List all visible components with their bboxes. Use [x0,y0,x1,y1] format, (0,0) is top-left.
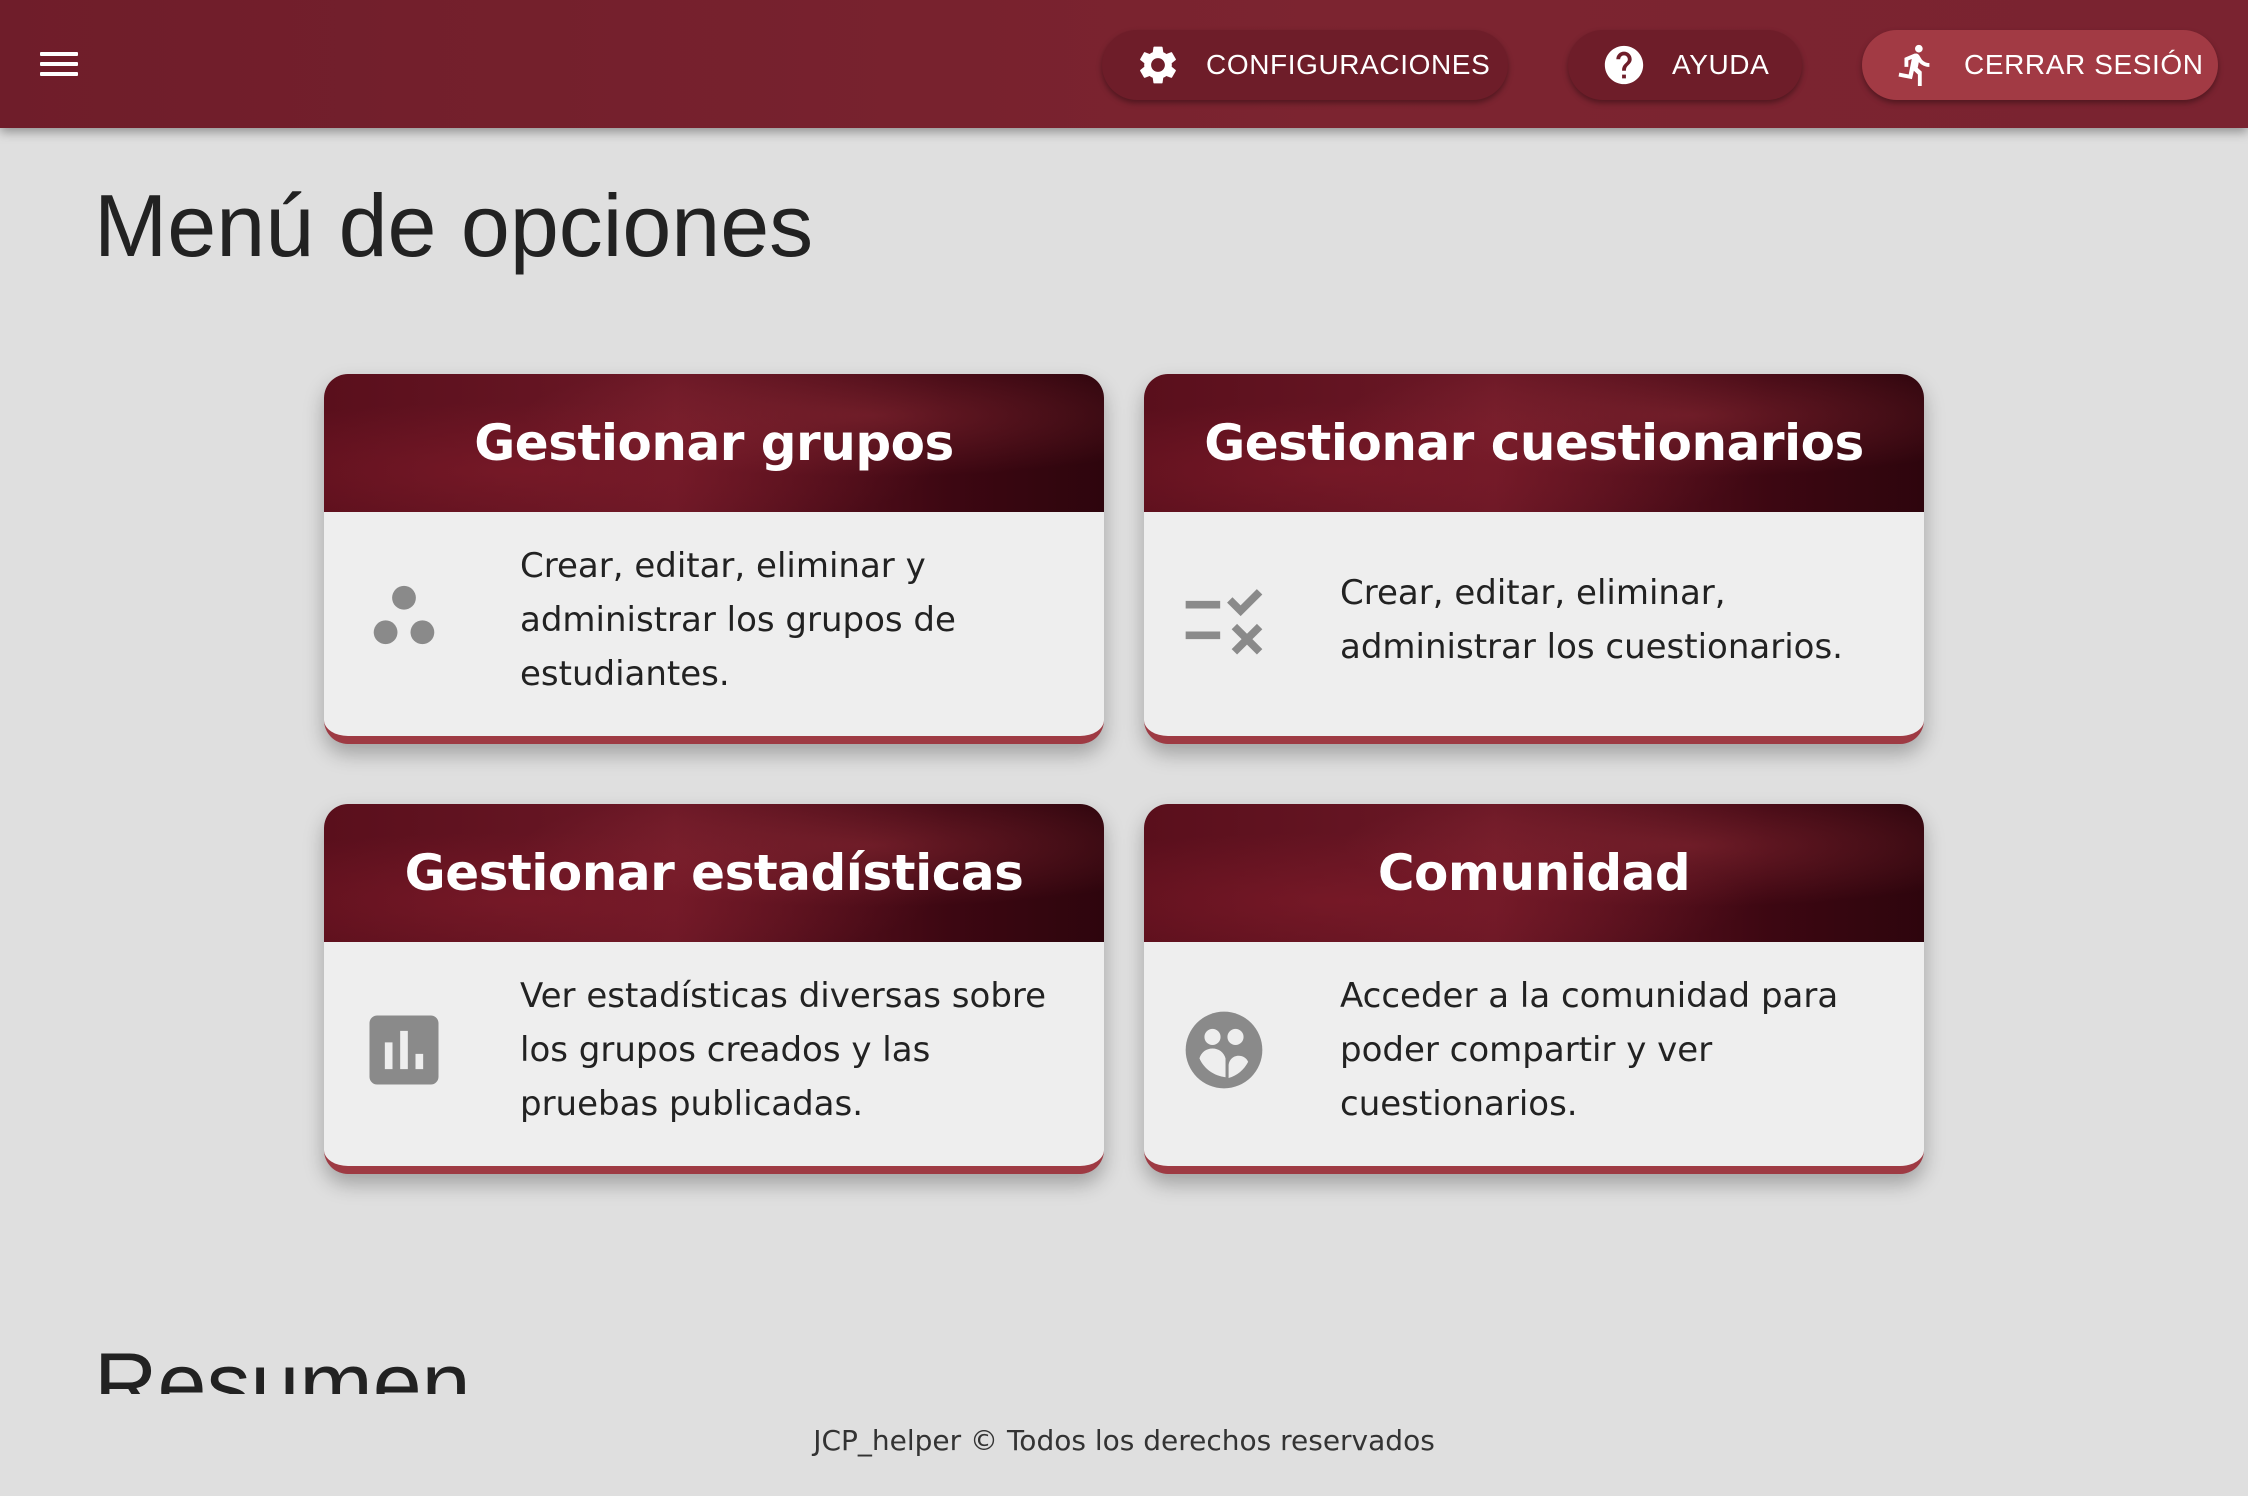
card-description: Crear, editar, eliminar y administrar lo… [520,546,956,694]
gear-icon [1134,41,1182,89]
card-body: Ver estadísticas diversas sobre los grup… [324,942,1104,1158]
running-person-icon [1892,41,1940,89]
footer-copyright: JCP_helper © Todos los derechos reservad… [813,1424,1435,1457]
logout-button-label: CERRAR SESIÓN [1964,49,2204,80]
card-description: Crear, editar, eliminar, administrar los… [1340,573,1843,667]
card-title: Gestionar grupos [474,414,954,472]
card-header: Gestionar cuestionarios [1144,374,1924,512]
card-body: Crear, editar, eliminar, administrar los… [1144,512,1924,728]
help-button-label: AYUDA [1672,49,1770,80]
rule-checklist-icon [1178,574,1270,666]
card-manage-quizzes[interactable]: Gestionar cuestionarios Crear, editar, e… [1144,374,1924,744]
summary-section: Resumen [94,1336,694,1394]
card-title: Gestionar estadísticas [404,844,1024,902]
settings-button-label: CONFIGURACIONES [1206,49,1491,80]
help-circle-icon [1600,41,1648,89]
card-community[interactable]: Comunidad Acceder a la comunidad para po… [1144,804,1924,1174]
card-manage-groups[interactable]: Gestionar grupos Crear, editar, eliminar… [324,374,1104,744]
card-header: Gestionar estadísticas [324,804,1104,942]
card-header: Comunidad [1144,804,1924,942]
top-app-bar: CONFIGURACIONES AYUDA CERRAR SESIÓN [0,0,2248,128]
card-description: Acceder a la comunidad para poder compar… [1340,976,1839,1124]
card-title: Comunidad [1377,844,1691,902]
group-workspaces-icon [358,574,450,666]
logout-button[interactable]: CERRAR SESIÓN [1862,30,2218,100]
card-manage-statistics[interactable]: Gestionar estadísticas Ver estadísticas … [324,804,1104,1174]
card-body: Crear, editar, eliminar y administrar lo… [324,512,1104,728]
page-title: Menú de opciones [94,176,814,275]
summary-heading: Resumen [94,1336,471,1394]
card-title: Gestionar cuestionarios [1204,414,1864,472]
bar-chart-icon [358,1004,450,1096]
hamburger-menu-icon[interactable] [40,48,80,80]
card-header: Gestionar grupos [324,374,1104,512]
settings-button[interactable]: CONFIGURACIONES [1102,30,1508,100]
community-people-icon [1178,1004,1270,1096]
card-description: Ver estadísticas diversas sobre los grup… [520,976,1047,1124]
card-body: Acceder a la comunidad para poder compar… [1144,942,1924,1158]
help-button[interactable]: AYUDA [1568,30,1802,100]
